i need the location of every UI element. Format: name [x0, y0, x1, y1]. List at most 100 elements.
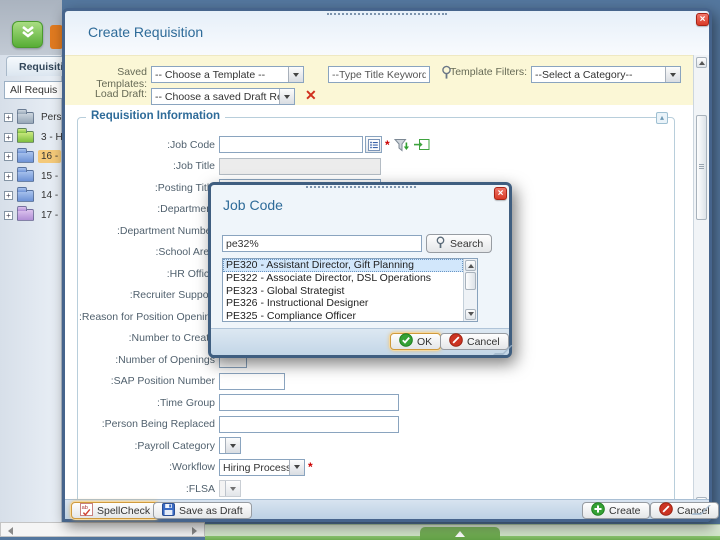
expand-plus-icon[interactable]: + [4, 172, 13, 181]
field-label: Recruiter Support: [79, 289, 215, 301]
horizontal-scrollbar[interactable] [0, 522, 205, 537]
tab-label: Requisiti [19, 61, 63, 73]
workflow-select[interactable]: Hiring Process [219, 459, 305, 476]
up-arrow-icon [455, 526, 465, 537]
dialog-footer: ab SpellCheck Save as Draft Create [65, 499, 709, 519]
field-label: Posting Title: [79, 182, 215, 194]
thumb-grip [699, 164, 704, 165]
slash-circle-icon [449, 333, 463, 350]
payroll-category-select[interactable] [219, 437, 241, 454]
import-job-code-icon[interactable] [414, 138, 430, 151]
filter-funnel-icon[interactable] [394, 138, 410, 152]
field-label: Workflow: [79, 461, 215, 473]
folder-icon [17, 151, 34, 163]
clear-draft-icon[interactable]: ✕ [305, 87, 317, 104]
close-icon[interactable]: × [696, 13, 709, 26]
scroll-right-icon[interactable] [191, 525, 202, 536]
save-as-draft-button[interactable]: Save as Draft [153, 502, 252, 519]
field-label: Job Code: [79, 139, 215, 151]
job-code-lookup-button[interactable] [365, 136, 382, 153]
slash-circle-icon [659, 502, 673, 519]
form-row-payroll-category: Payroll Category: [79, 435, 673, 457]
job-code-option[interactable]: PE325 - Compliance Officer [223, 310, 463, 321]
job-code-option-selected[interactable]: PE320 - Assistant Director, Gift Plannin… [223, 259, 463, 272]
scroll-left-icon[interactable] [3, 525, 14, 536]
bottom-panel-bar [205, 524, 720, 540]
dialog-drag-handle[interactable] [327, 13, 447, 15]
folder-icon [17, 112, 34, 124]
expand-plus-icon[interactable]: + [4, 113, 13, 122]
tree-item-selected[interactable]: + 16 - [0, 147, 62, 167]
ok-button[interactable]: OK [390, 333, 441, 350]
field-label: Number to Create: [79, 332, 215, 344]
list-lookup-icon [368, 139, 380, 151]
field-label: Department Number: [79, 225, 215, 237]
tree-item-label: 15 - [38, 170, 61, 183]
expand-plus-icon[interactable]: + [4, 152, 13, 161]
chevron-down-icon [225, 481, 240, 496]
dialog-title: Create Requisition [88, 24, 203, 40]
dialog-drag-handle[interactable] [306, 186, 416, 188]
search-magnifier-icon [435, 236, 446, 252]
job-code-input[interactable] [219, 136, 363, 153]
expand-plus-icon[interactable]: + [4, 211, 13, 220]
form-row-flsa: FLSA: [79, 478, 673, 499]
download-button[interactable] [12, 21, 43, 48]
search-label: Search [450, 238, 483, 250]
field-label: FLSA: [79, 483, 215, 495]
cancel-button[interactable]: Cancel [440, 333, 509, 350]
spellcheck-icon: ab [80, 503, 93, 519]
scroll-down-icon[interactable] [465, 309, 476, 320]
load-draft-value: -- Choose a saved Draft Requisi [152, 89, 279, 104]
expand-plus-icon[interactable]: + [4, 133, 13, 142]
screen: Requisiti All Requis + Perso + 3 - H + 1… [0, 0, 720, 540]
time-group-input[interactable] [219, 394, 399, 411]
tree-item[interactable]: + 14 - [0, 186, 62, 206]
job-code-option[interactable]: PE326 - Instructional Designer [223, 297, 463, 310]
section-title: Requisition Information [86, 110, 225, 122]
field-label: Number of Openings: [79, 354, 215, 366]
saved-templates-select[interactable]: -- Choose a Template -- [151, 66, 304, 83]
job-code-dialog-footer: OK Cancel [211, 328, 509, 355]
title-keyword-input[interactable] [328, 66, 430, 83]
create-button[interactable]: Create [582, 502, 650, 519]
close-icon[interactable]: × [494, 187, 507, 200]
job-code-dialog: Job Code × Search PE320 - Assistant Dire… [208, 182, 512, 358]
job-code-option[interactable]: PE322 - Associate Director, DSL Operatio… [223, 272, 463, 285]
sap-position-number-input[interactable] [219, 373, 285, 390]
dialog-vertical-scrollbar[interactable] [693, 55, 709, 510]
tree-item[interactable]: + 15 - [0, 167, 62, 187]
job-code-option[interactable]: PE323 - Global Strategist [223, 285, 463, 298]
tree-item[interactable]: + 3 - H [0, 128, 62, 148]
tree-item[interactable]: + Perso [0, 108, 62, 128]
filter-value: All Requis [10, 84, 57, 96]
form-row-job-title: Job Title: [79, 156, 673, 178]
collapse-section-icon[interactable]: ▴ [656, 112, 668, 124]
load-draft-select[interactable]: -- Choose a saved Draft Requisi [151, 88, 295, 105]
folder-icon [17, 190, 34, 202]
field-label: HR Office: [79, 268, 215, 280]
chevron-down-icon [225, 438, 240, 453]
check-circle-icon [399, 333, 413, 350]
form-row-job-code: Job Code: * [79, 134, 673, 156]
expand-panel-button[interactable] [420, 527, 500, 540]
expand-plus-icon[interactable]: + [4, 191, 13, 200]
scroll-up-icon[interactable] [465, 260, 476, 271]
job-code-search-input[interactable] [222, 235, 422, 252]
load-draft-label: Load Draft: [65, 88, 147, 100]
scrollbar-thumb[interactable] [465, 272, 476, 290]
template-filters-select[interactable]: --Select a Category-- [531, 66, 681, 83]
scrollbar-thumb[interactable] [696, 115, 707, 220]
spellcheck-button[interactable]: ab SpellCheck [71, 502, 159, 519]
chevron-down-icon [279, 89, 294, 104]
person-being-replaced-input[interactable] [219, 416, 399, 433]
listbox-scrollbar[interactable] [463, 259, 477, 321]
cancel-label: Cancel [467, 336, 500, 348]
required-asterisk: * [385, 138, 390, 152]
job-code-search-button[interactable]: Search [426, 234, 492, 253]
scroll-up-icon[interactable] [696, 57, 707, 68]
field-label: Reason for Position Opening: [79, 311, 216, 323]
tree-item[interactable]: + 17 - [0, 206, 62, 226]
field-label: Job Title: [79, 160, 215, 172]
folder-icon [17, 131, 34, 143]
